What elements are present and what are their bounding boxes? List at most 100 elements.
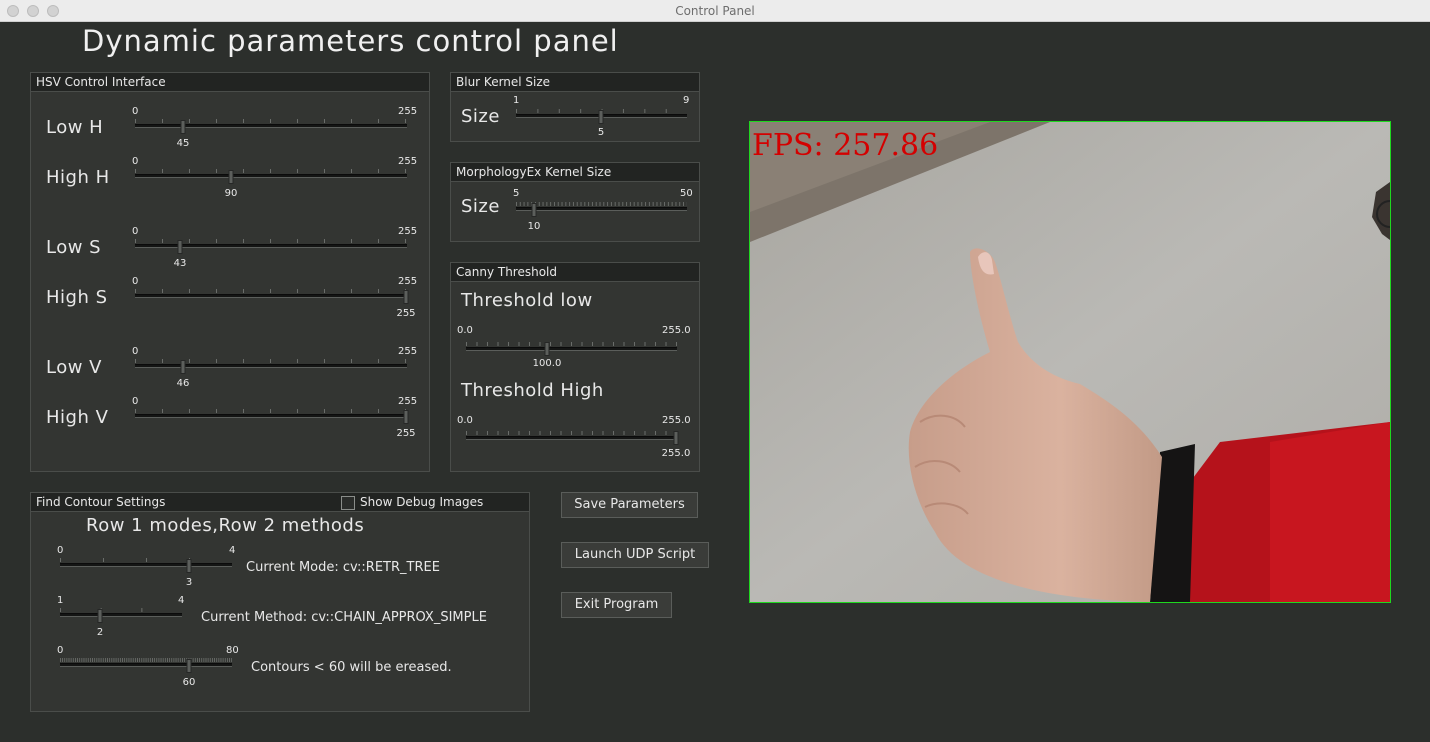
low-s-min: 0 [132, 226, 139, 237]
canny-panel: Canny Threshold Threshold low 0.0 255.0 … [450, 262, 700, 472]
high-v-slider-handle[interactable] [403, 410, 409, 424]
canny-low-slider[interactable] [466, 347, 677, 351]
contour-subtitle: Row 1 modes,Row 2 methods [86, 515, 365, 536]
low-v-ticks [135, 359, 407, 363]
blur-slider-handle[interactable] [598, 110, 604, 124]
canny-high-max: 255.0 [662, 415, 691, 426]
morph-min: 5 [513, 188, 520, 199]
low-s-max: 255 [398, 226, 418, 237]
morph-value: 10 [527, 221, 541, 232]
high-s-max: 255 [398, 276, 418, 287]
high-s-slider-handle[interactable] [403, 290, 409, 304]
canny-high-ticks [466, 431, 677, 435]
high-v-value: 255 [396, 428, 416, 439]
canny-high-value: 255.0 [661, 448, 691, 459]
morph-size-label: Size [461, 196, 500, 217]
low-v-value: 46 [176, 378, 190, 389]
method-value: 2 [96, 627, 104, 638]
morph-max: 50 [680, 188, 693, 199]
low-s-slider[interactable] [135, 244, 407, 248]
canny-high-slider[interactable] [466, 436, 677, 440]
canny-low-slider-handle[interactable] [544, 342, 550, 356]
mode-max: 4 [229, 545, 236, 556]
low-h-value: 45 [176, 138, 190, 149]
blur-panel-title: Blur Kernel Size [451, 73, 699, 92]
morph-size-slider[interactable] [516, 207, 687, 211]
canny-high-slider-handle[interactable] [673, 431, 679, 445]
high-h-value: 90 [224, 188, 238, 199]
canny-low-ticks [466, 342, 677, 346]
launch-udp-script-button[interactable]: Launch UDP Script [561, 542, 709, 568]
method-min: 1 [57, 595, 64, 606]
window-titlebar: Control Panel [0, 0, 1430, 22]
area-min: 0 [57, 645, 64, 656]
blur-value: 5 [597, 127, 605, 138]
high-v-max: 255 [398, 396, 418, 407]
hsv-panel-title: HSV Control Interface [31, 73, 429, 92]
high-h-slider-handle[interactable] [228, 170, 234, 184]
canny-low-min: 0.0 [457, 325, 473, 336]
morph-panel: MorphologyEx Kernel Size Size 5 50 10 [450, 162, 700, 242]
canny-low-label: Threshold low [461, 290, 593, 311]
high-s-value: 255 [396, 308, 416, 319]
high-v-slider[interactable] [135, 414, 407, 418]
method-max: 4 [178, 595, 185, 606]
area-slider-handle[interactable] [186, 659, 192, 673]
page-title: Dynamic parameters control panel [82, 24, 619, 58]
method-slider[interactable] [60, 613, 182, 617]
exit-program-button[interactable]: Exit Program [561, 592, 672, 618]
current-mode-text: Current Mode: cv::RETR_TREE [246, 560, 440, 575]
hsv-panel: HSV Control Interface Low H 0 255 45 Hig… [30, 72, 430, 472]
low-h-ticks [135, 119, 407, 123]
debug-images-label: Show Debug Images [360, 495, 484, 509]
current-method-text: Current Method: cv::CHAIN_APPROX_SIMPLE [201, 610, 487, 625]
low-v-slider-handle[interactable] [180, 360, 186, 374]
morph-slider-handle[interactable] [531, 203, 537, 217]
canny-high-min: 0.0 [457, 415, 473, 426]
canny-high-label: Threshold High [461, 380, 604, 401]
high-h-label: High H [46, 167, 110, 188]
low-h-slider[interactable] [135, 124, 407, 128]
debug-images-checkbox[interactable] [341, 496, 355, 510]
blur-size-label: Size [461, 106, 500, 127]
canny-panel-title: Canny Threshold [451, 263, 699, 282]
morph-ticks [516, 202, 687, 206]
high-h-min: 0 [132, 156, 139, 167]
area-max: 80 [226, 645, 239, 656]
blur-max: 9 [683, 95, 690, 106]
area-slider[interactable] [60, 663, 232, 667]
morph-panel-title: MorphologyEx Kernel Size [451, 163, 699, 182]
low-h-label: Low H [46, 117, 104, 138]
low-h-slider-handle[interactable] [180, 120, 186, 134]
low-s-value: 43 [173, 258, 187, 269]
area-value: 60 [182, 677, 196, 688]
high-s-label: High S [46, 287, 108, 308]
canny-low-max: 255.0 [662, 325, 691, 336]
high-h-slider[interactable] [135, 174, 407, 178]
low-s-label: Low S [46, 237, 102, 258]
low-v-min: 0 [132, 346, 139, 357]
save-parameters-button[interactable]: Save Parameters [561, 492, 698, 518]
high-s-ticks [135, 289, 407, 293]
contour-area-text: Contours < 60 will be ereased. [251, 660, 452, 675]
low-s-ticks [135, 239, 407, 243]
low-h-max: 255 [398, 106, 418, 117]
contour-panel: Find Contour Settings Show Debug Images … [30, 492, 530, 712]
camera-frame-image: FPS: 257.86 [750, 122, 1390, 602]
method-slider-handle[interactable] [97, 609, 103, 623]
camera-preview: FPS: 257.86 [749, 121, 1391, 603]
high-s-min: 0 [132, 276, 139, 287]
high-s-slider[interactable] [135, 294, 407, 298]
mode-slider[interactable] [60, 563, 232, 567]
mode-value: 3 [185, 577, 193, 588]
low-s-slider-handle[interactable] [177, 240, 183, 254]
high-v-label: High V [46, 407, 109, 428]
low-v-slider[interactable] [135, 364, 407, 368]
high-h-max: 255 [398, 156, 418, 167]
mode-ticks [60, 558, 232, 562]
blur-panel: Blur Kernel Size Size 1 9 5 [450, 72, 700, 142]
low-v-label: Low V [46, 357, 102, 378]
mode-slider-handle[interactable] [186, 559, 192, 573]
mode-min: 0 [57, 545, 64, 556]
fps-overlay: FPS: 257.86 [752, 128, 938, 163]
